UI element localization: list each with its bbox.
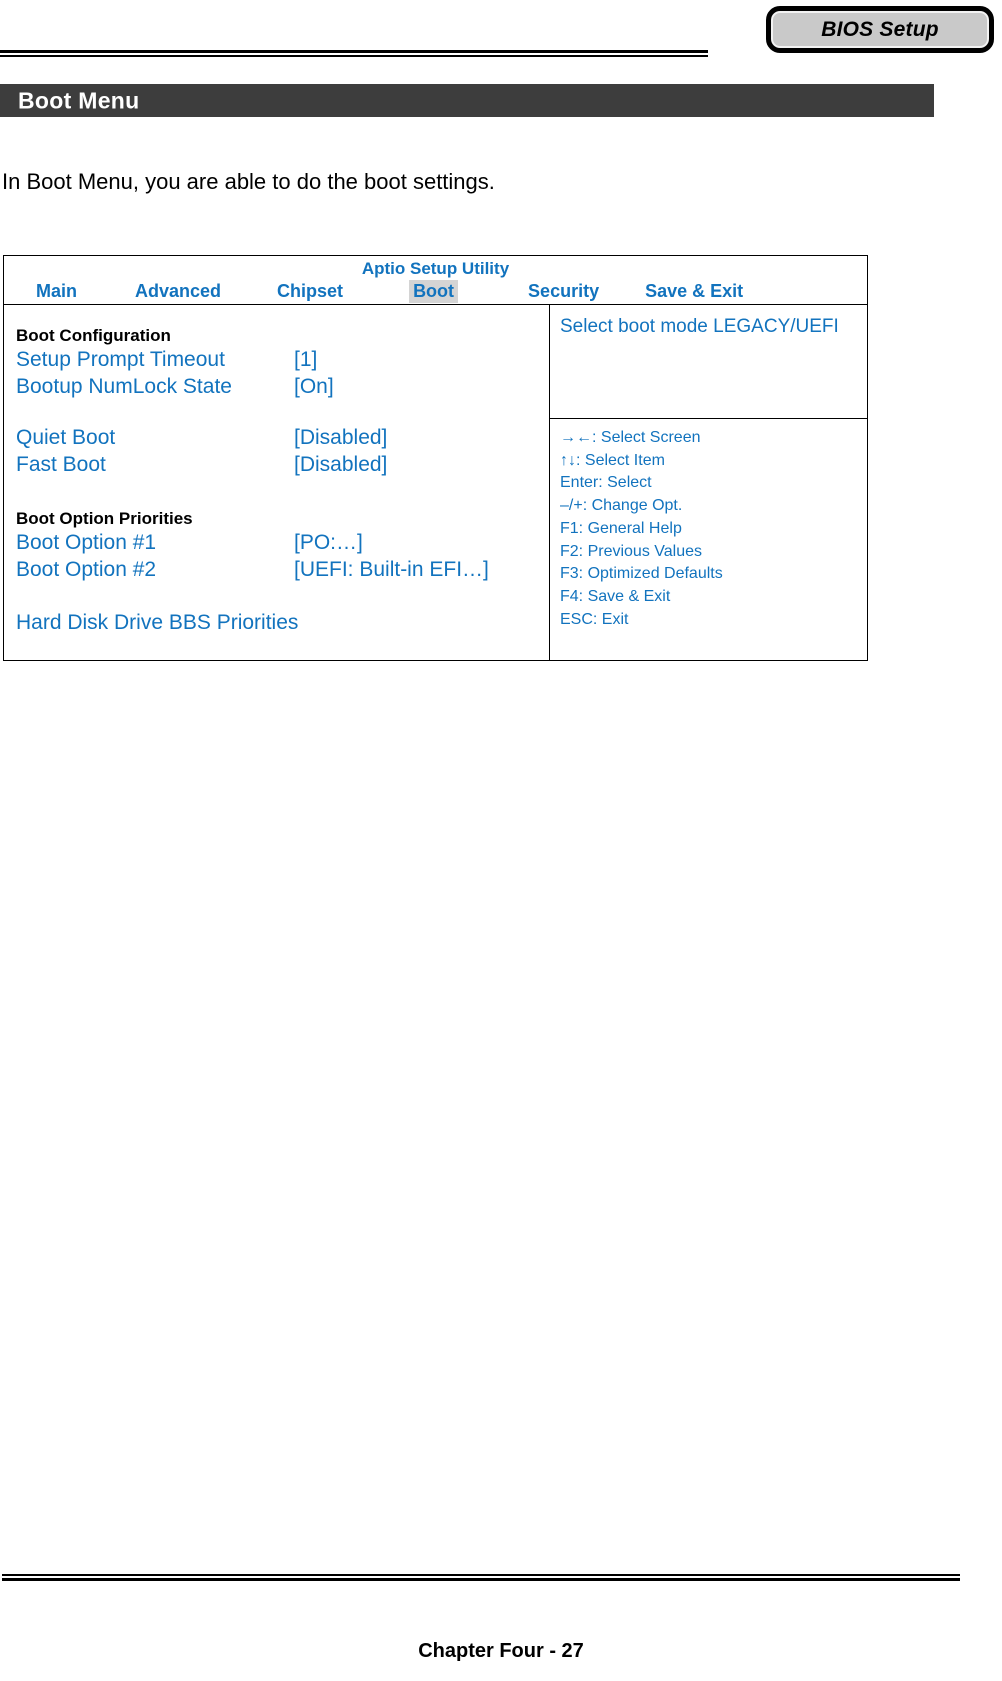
setting-value-boot-option-1[interactable]: [PO:…]: [294, 531, 363, 555]
setting-label-quiet-boot: Quiet Boot: [16, 426, 116, 449]
bios-body: Boot Configuration Setup Prompt Timeout …: [4, 305, 867, 660]
setting-label-setup-prompt-timeout: Setup Prompt Timeout: [16, 348, 225, 371]
footer-divider-rule: [2, 1574, 960, 1581]
key-legend-f4-save-exit: F4: Save & Exit: [560, 588, 671, 606]
tab-security[interactable]: Security: [524, 280, 603, 303]
bios-utility-title: Aptio Setup Utility: [361, 259, 510, 278]
section-banner: Boot Menu: [0, 84, 934, 117]
key-legend-change-opt: –/+: Change Opt.: [560, 497, 683, 515]
key-legend-f3-optimized-defaults: F3: Optimized Defaults: [560, 565, 723, 583]
bios-setup-corner-tab: BIOS Setup: [766, 6, 994, 53]
tab-chipset[interactable]: Chipset: [273, 280, 347, 303]
setting-row-setup-prompt-timeout[interactable]: Setup Prompt Timeout [1]: [16, 348, 549, 375]
footer-page-label: Chapter Four - 27: [418, 1640, 584, 1662]
key-legend-select-item: ↑↓: Select Item: [560, 451, 665, 469]
bios-settings-panel: Boot Configuration Setup Prompt Timeout …: [4, 305, 550, 660]
setting-label-boot-option-2: Boot Option #2: [16, 558, 157, 581]
settings-spacer-1: [16, 402, 549, 426]
setting-label-fast-boot: Fast Boot: [16, 453, 106, 476]
group-heading-boot-configuration: Boot Configuration: [16, 326, 171, 345]
bios-key-legend-panel: →←: Select Screen ↑↓: Select Item Enter:…: [550, 419, 867, 660]
bios-titlebar: Aptio Setup Utility Main Advanced Chipse…: [4, 256, 867, 305]
setting-value-quiet-boot[interactable]: [Disabled]: [294, 426, 387, 450]
setting-row-fast-boot[interactable]: Fast Boot [Disabled]: [16, 453, 549, 480]
bios-side-panel: Select boot mode LEGACY/UEFI →←: Select …: [550, 305, 867, 660]
setting-value-setup-prompt-timeout[interactable]: [1]: [294, 348, 317, 372]
key-legend-enter-select: Enter: Select: [560, 474, 652, 492]
page-header: BIOS Setup: [0, 0, 1002, 75]
key-legend-select-screen: →←: Select Screen: [560, 429, 701, 446]
settings-spacer-3: [16, 585, 549, 611]
bios-menu-tabbar: Main Advanced Chipset Boot Security Save…: [4, 280, 867, 303]
setting-row-boot-option-1[interactable]: Boot Option #1 [PO:…]: [16, 531, 549, 558]
intro-paragraph: In Boot Menu, you are able to do the boo…: [2, 169, 495, 194]
settings-spacer-2: [16, 480, 549, 506]
key-legend-esc-exit: ESC: Exit: [560, 610, 629, 628]
page-title: Boot Menu: [18, 87, 140, 113]
bios-help-panel: Select boot mode LEGACY/UEFI: [550, 305, 867, 419]
corner-tab-label: BIOS Setup: [821, 17, 939, 41]
tab-save-and-exit[interactable]: Save & Exit: [641, 280, 747, 303]
setting-value-fast-boot[interactable]: [Disabled]: [294, 453, 387, 477]
tab-advanced[interactable]: Advanced: [131, 280, 225, 303]
setting-row-quiet-boot[interactable]: Quiet Boot [Disabled]: [16, 426, 549, 453]
key-legend-f1-general-help: F1: General Help: [560, 519, 682, 537]
key-legend-f2-previous-values: F2: Previous Values: [560, 542, 702, 560]
bios-screen-figure: Aptio Setup Utility Main Advanced Chipse…: [3, 255, 868, 661]
tab-boot[interactable]: Boot: [409, 280, 459, 303]
group-heading-boot-option-priorities: Boot Option Priorities: [16, 509, 193, 528]
setting-label-bootup-numlock-state: Bootup NumLock State: [16, 375, 232, 398]
setting-label-boot-option-1: Boot Option #1: [16, 531, 157, 554]
submenu-hard-disk-drive-bbs-priorities[interactable]: Hard Disk Drive BBS Priorities: [16, 611, 549, 638]
setting-row-bootup-numlock-state[interactable]: Bootup NumLock State [On]: [16, 375, 549, 402]
setting-row-boot-option-2[interactable]: Boot Option #2 [UEFI: Built-in EFI…]: [16, 558, 549, 585]
help-text: Select boot mode LEGACY/UEFI: [560, 316, 839, 337]
setting-value-bootup-numlock-state[interactable]: [On]: [294, 375, 334, 399]
setting-value-boot-option-2[interactable]: [UEFI: Built-in EFI…]: [294, 558, 489, 582]
tab-main[interactable]: Main: [32, 280, 81, 303]
header-divider-rule: [0, 50, 708, 57]
